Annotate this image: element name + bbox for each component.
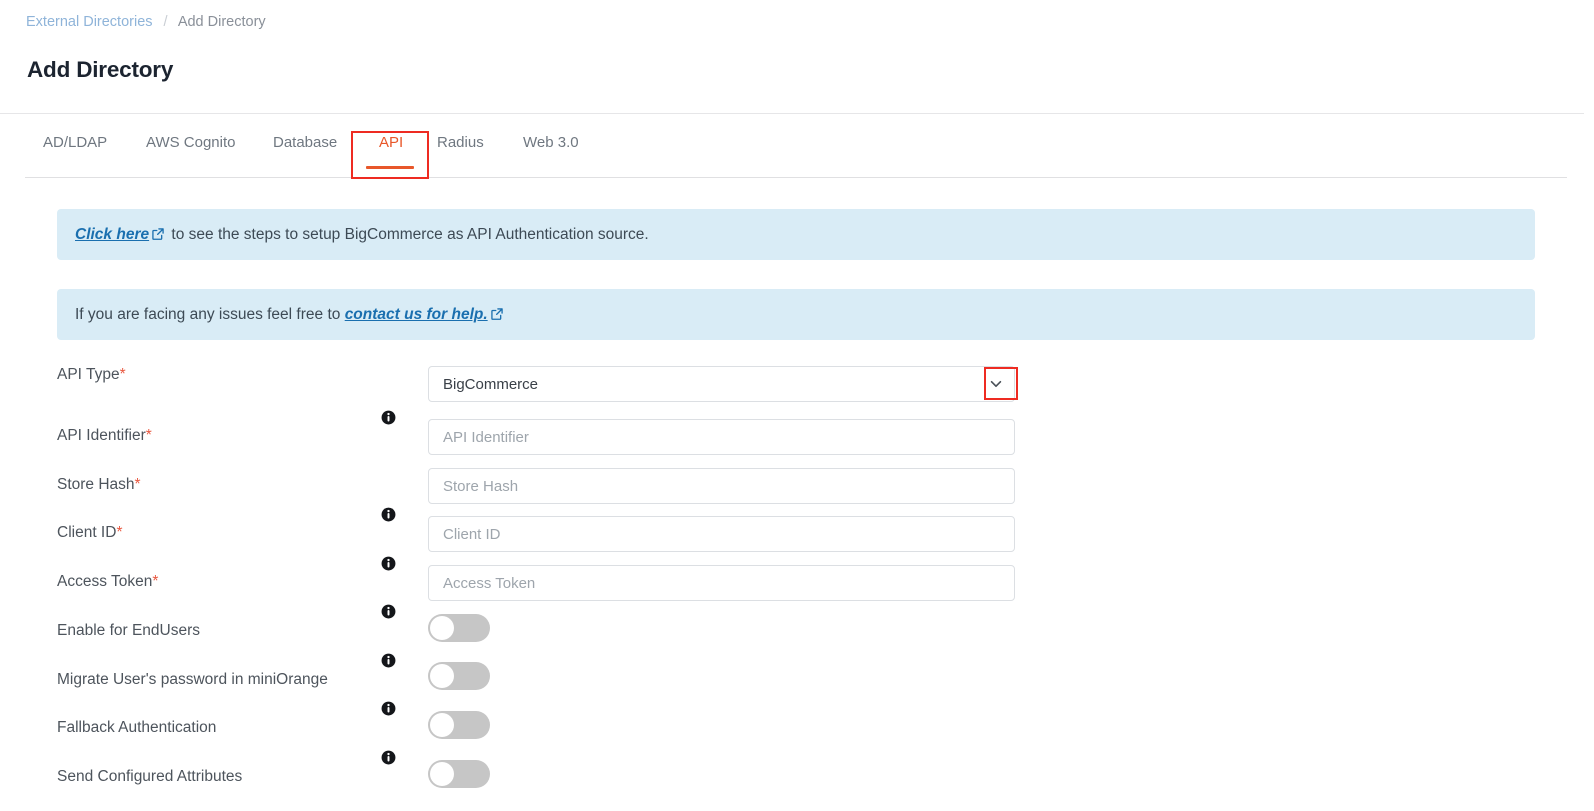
active-tab-underline [366, 166, 414, 169]
store-hash-label: Store Hash* [57, 476, 141, 494]
breadcrumb-separator: / [163, 14, 168, 30]
info-icon[interactable] [381, 750, 396, 765]
banner-text-before: If you are facing any issues feel free t… [75, 305, 345, 323]
tab-ad-ldap[interactable]: AD/LDAP [43, 134, 107, 151]
required-marker: * [152, 573, 159, 590]
client-id-label: Client ID* [57, 524, 122, 542]
tab-aws-cognito[interactable]: AWS Cognito [146, 134, 235, 151]
banner-text-after: to see the steps to setup BigCommerce as… [167, 225, 649, 243]
api-type-select-box[interactable]: BigCommerce [428, 366, 1015, 402]
label-text: Store Hash [57, 476, 135, 493]
breadcrumb-current: Add Directory [177, 14, 266, 30]
tabs-divider [25, 177, 1567, 178]
enable-for-endusers-toggle[interactable] [428, 614, 490, 642]
banner-link[interactable]: contact us for help. [345, 306, 488, 323]
tab-radius[interactable]: Radius [437, 134, 484, 151]
info-icon[interactable] [381, 410, 396, 425]
api-identifier-label: API Identifier* [57, 427, 152, 445]
info-icon[interactable] [381, 604, 396, 619]
required-marker: * [119, 366, 126, 383]
breadcrumb-link-external-directories[interactable]: External Directories [26, 14, 153, 30]
breadcrumb: External Directories / Add Directory [26, 12, 266, 32]
toggle-knob [430, 713, 454, 737]
migrate-user-password-toggle[interactable] [428, 662, 490, 690]
info-icon[interactable] [381, 556, 396, 571]
client-id-input[interactable] [428, 516, 1015, 552]
api-identifier-input[interactable] [428, 419, 1015, 455]
tab-web-3-0[interactable]: Web 3.0 [523, 134, 579, 151]
tab-database[interactable]: Database [273, 134, 337, 151]
info-icon[interactable] [381, 653, 396, 668]
toggle-knob [430, 664, 454, 688]
info-icon[interactable] [381, 507, 396, 522]
send-configured-attributes-toggle[interactable] [428, 760, 490, 788]
banner-link[interactable]: Click here [75, 226, 149, 243]
page-title: Add Directory [27, 57, 174, 82]
send-configured-attributes-label: Send Configured Attributes [57, 768, 243, 785]
api-type-label: API Type* [57, 366, 126, 383]
add-directory-page: External Directories / Add Directory Add… [0, 0, 1594, 811]
required-marker: * [116, 524, 123, 541]
access-token-input[interactable] [428, 565, 1015, 601]
migrate-user-password-label: Migrate User's password in miniOrange [57, 671, 328, 688]
store-hash-input[interactable] [428, 468, 1015, 504]
header-divider [0, 113, 1584, 114]
tab-api[interactable]: API [379, 134, 403, 151]
required-marker: * [134, 476, 141, 493]
label-text: API Identifier [57, 427, 146, 444]
setup-steps-banner: Click here to see the steps to setup Big… [57, 209, 1535, 260]
api-type-selected-value: BigCommerce [443, 375, 539, 393]
external-link-icon[interactable] [490, 307, 504, 321]
label-text: Client ID [57, 524, 117, 541]
label-text: Access Token [57, 573, 153, 590]
access-token-label: Access Token* [57, 573, 158, 591]
api-type-select[interactable]: BigCommerce [428, 366, 1015, 402]
external-link-icon[interactable] [151, 227, 165, 241]
toggle-knob [430, 762, 454, 786]
enable-for-endusers-label: Enable for EndUsers [57, 622, 201, 639]
fallback-authentication-toggle[interactable] [428, 711, 490, 739]
fallback-authentication-label: Fallback Authentication [57, 719, 217, 736]
required-marker: * [145, 427, 152, 444]
info-icon[interactable] [381, 701, 396, 716]
contact-help-banner: If you are facing any issues feel free t… [57, 289, 1535, 340]
toggle-knob [430, 616, 454, 640]
